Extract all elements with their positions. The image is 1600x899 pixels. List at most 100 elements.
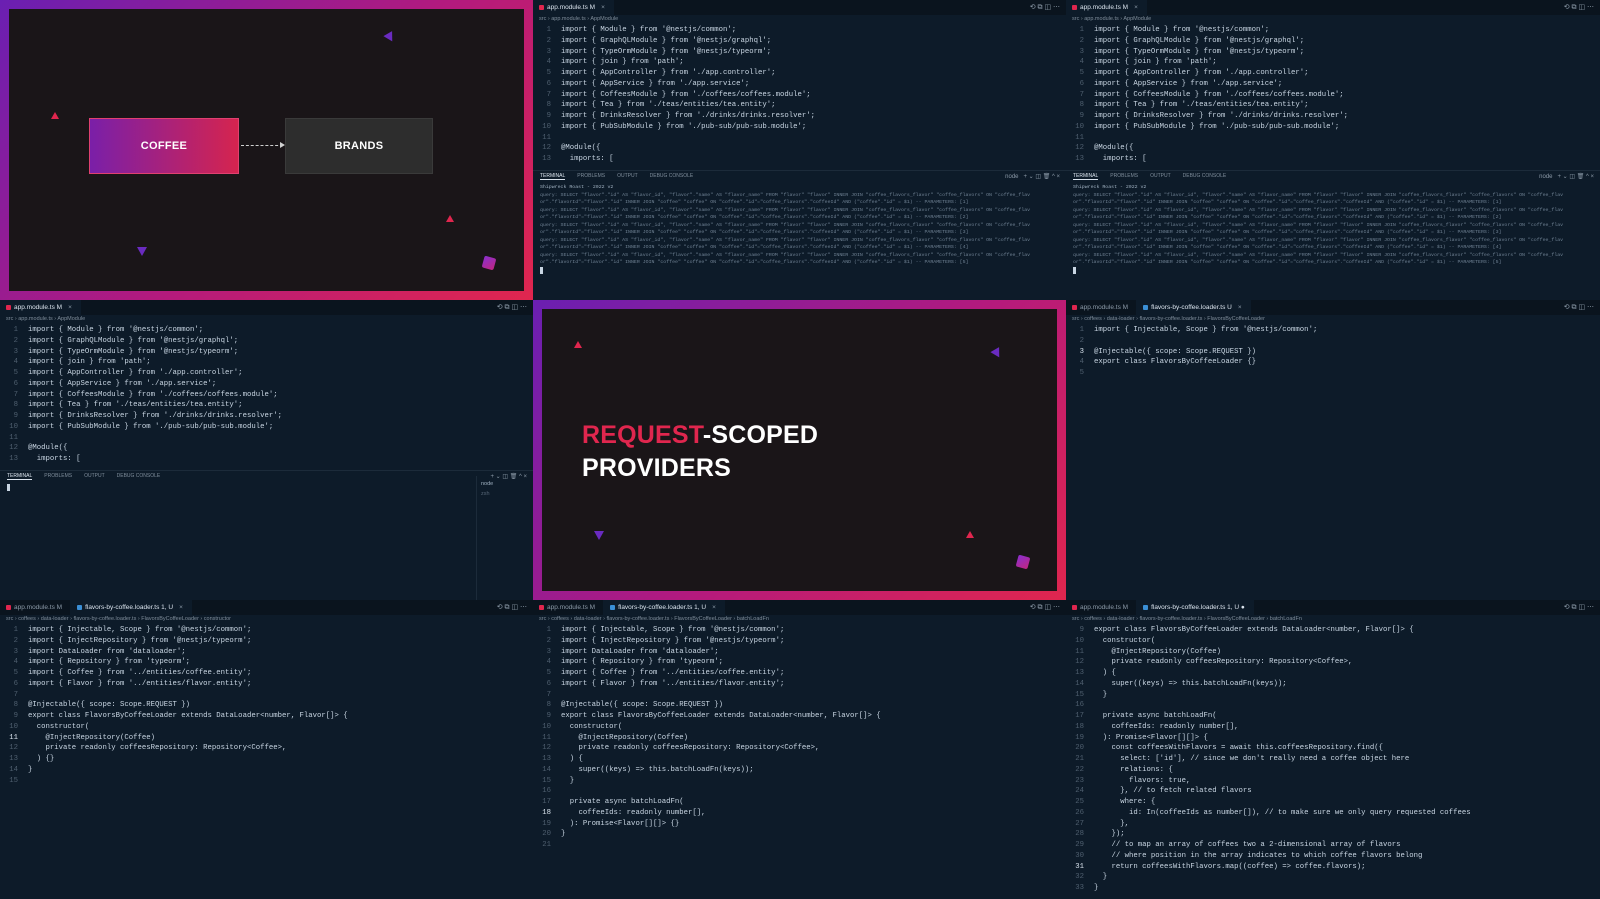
code-line[interactable]: 21 bbox=[533, 840, 1066, 851]
editor-actions[interactable]: ⟲ ⧉ ◫ ⋯ bbox=[497, 600, 527, 615]
tab-debug-console[interactable]: DEBUG CONSOLE bbox=[1183, 173, 1227, 179]
code-line[interactable]: 23 flavors: true, bbox=[1066, 776, 1600, 787]
tab-app-module[interactable]: app.module.ts M × bbox=[0, 300, 81, 315]
terminal-node-label[interactable]: node bbox=[1539, 174, 1552, 180]
close-icon[interactable]: × bbox=[179, 604, 183, 611]
code-line[interactable]: 2 import { InjectRepository } from '@nest… bbox=[533, 636, 1066, 647]
code-line[interactable]: 32 } bbox=[1066, 872, 1600, 883]
close-icon[interactable]: × bbox=[68, 304, 72, 311]
code-line[interactable]: 25 where: { bbox=[1066, 797, 1600, 808]
code-editor[interactable]: 1 import { Injectable, Scope } from '@nes… bbox=[1066, 324, 1600, 594]
code-line[interactable]: 18 coffeeIds: readonly number[], bbox=[533, 808, 1066, 819]
tab-problems[interactable]: PROBLEMS bbox=[577, 173, 605, 179]
code-line[interactable]: 7 import { CoffeesModule } from './coffee… bbox=[0, 390, 533, 401]
code-line[interactable]: 11 @InjectRepository(Coffee) bbox=[0, 733, 533, 744]
tab-app-module[interactable]: app.module.ts M × bbox=[1066, 0, 1147, 15]
tab-debug-console[interactable]: DEBUG CONSOLE bbox=[117, 473, 161, 479]
code-line[interactable]: 10 constructor( bbox=[533, 722, 1066, 733]
code-line[interactable]: 1 import { Module } from '@nestjs/common'… bbox=[533, 25, 1066, 36]
code-line[interactable]: 14 super((keys) => this.batchLoadFn(keys… bbox=[1066, 679, 1600, 690]
tab-output[interactable]: OUTPUT bbox=[84, 473, 105, 479]
code-line[interactable]: 6 import { Flavor } from '../entities/fla… bbox=[0, 679, 533, 690]
code-line[interactable]: 13 imports: [ bbox=[1066, 154, 1600, 165]
code-line[interactable]: 3 @Injectable({ scope: Scope.REQUEST }) bbox=[1066, 347, 1600, 358]
code-editor[interactable]: 1 import { Injectable, Scope } from '@nes… bbox=[533, 624, 1066, 894]
code-line[interactable]: 2 import { InjectRepository } from '@nest… bbox=[0, 636, 533, 647]
code-line[interactable]: 7 import { CoffeesModule } from './coffee… bbox=[533, 90, 1066, 101]
tab-flavors-loader[interactable]: flavors-by-coffee.loader.ts 1, U ● bbox=[1137, 600, 1254, 615]
terminal-output[interactable]: Shipwreck Roast - 2022 v2 query: SELECT "… bbox=[1066, 181, 1600, 278]
tab-app-module[interactable]: app.module.ts M × bbox=[533, 0, 614, 15]
code-line[interactable]: 20} bbox=[533, 829, 1066, 840]
tab-output[interactable]: OUTPUT bbox=[1150, 173, 1171, 179]
close-icon[interactable]: × bbox=[1238, 304, 1242, 311]
terminal-action-icons[interactable]: + ⌄ ◫ 🗑 ^ × bbox=[1024, 173, 1060, 180]
code-line[interactable]: 33} bbox=[1066, 883, 1600, 894]
terminal-node-label[interactable]: node bbox=[1005, 174, 1018, 180]
code-line[interactable]: 14} bbox=[0, 765, 533, 776]
code-line[interactable]: 2 bbox=[1066, 336, 1600, 347]
code-line[interactable]: 9 import { DrinksResolver } from './drink… bbox=[533, 111, 1066, 122]
code-line[interactable]: 8 import { Tea } from './teas/entities/te… bbox=[1066, 100, 1600, 111]
code-line[interactable]: 15 } bbox=[533, 776, 1066, 787]
code-line[interactable]: 29 // to map an array of coffees two a 2… bbox=[1066, 840, 1600, 851]
code-line[interactable]: 1 import { Injectable, Scope } from '@nes… bbox=[1066, 325, 1600, 336]
code-line[interactable]: 19 ): Promise<Flavor[][]> { bbox=[1066, 733, 1600, 744]
terminal-item-node[interactable]: node bbox=[481, 479, 529, 489]
code-editor[interactable]: 1 import { Module } from '@nestjs/common'… bbox=[533, 24, 1066, 170]
code-line[interactable]: 28 }); bbox=[1066, 829, 1600, 840]
code-line[interactable]: 10 import { PubSubModule } from './pub-su… bbox=[0, 422, 533, 433]
editor-actions[interactable]: ⟲ ⧉ ◫ ⋯ bbox=[497, 300, 527, 315]
code-line[interactable]: 10 import { PubSubModule } from './pub-su… bbox=[1066, 122, 1600, 133]
code-line[interactable]: 3 import DataLoader from 'dataloader'; bbox=[0, 647, 533, 658]
code-line[interactable]: 15 bbox=[0, 776, 533, 787]
code-line[interactable]: 30 // where position in the array indica… bbox=[1066, 851, 1600, 862]
code-line[interactable]: 6 import { AppService } from './app.servi… bbox=[1066, 79, 1600, 90]
code-line[interactable]: 2 import { GraphQLModule } from '@nestjs/… bbox=[533, 36, 1066, 47]
code-line[interactable]: 4 import { join } from 'path'; bbox=[1066, 57, 1600, 68]
code-line[interactable]: 9 import { DrinksResolver } from './drink… bbox=[1066, 111, 1600, 122]
code-line[interactable]: 2 import { GraphQLModule } from '@nestjs/… bbox=[1066, 36, 1600, 47]
code-line[interactable]: 8 @Injectable({ scope: Scope.REQUEST }) bbox=[533, 700, 1066, 711]
tab-flavors-loader[interactable]: flavors-by-coffee.loader.ts 1, U × bbox=[604, 600, 725, 615]
code-line[interactable]: 6 import { AppService } from './app.servi… bbox=[533, 79, 1066, 90]
tab-app-module[interactable]: app.module.ts M bbox=[0, 600, 72, 615]
editor-actions[interactable]: ⟲ ⧉ ◫ ⋯ bbox=[1030, 0, 1060, 15]
code-editor[interactable]: 9 export class FlavorsByCoffeeLoader exte… bbox=[1066, 624, 1600, 899]
tab-app-module[interactable]: app.module.ts M bbox=[1066, 300, 1138, 315]
tab-app-module[interactable]: app.module.ts M bbox=[533, 600, 605, 615]
code-line[interactable]: 12 private readonly coffeesRepository: R… bbox=[533, 743, 1066, 754]
code-line[interactable]: 5 bbox=[1066, 368, 1600, 379]
code-line[interactable]: 10 constructor( bbox=[1066, 636, 1600, 647]
code-line[interactable]: 5 import { AppController } from './app.co… bbox=[1066, 68, 1600, 79]
code-line[interactable]: 1 import { Module } from '@nestjs/common'… bbox=[1066, 25, 1600, 36]
code-line[interactable]: 13 imports: [ bbox=[533, 154, 1066, 165]
code-line[interactable]: 12 private readonly coffeesRepository: R… bbox=[0, 743, 533, 754]
code-line[interactable]: 8 import { Tea } from './teas/entities/te… bbox=[533, 100, 1066, 111]
code-line[interactable]: 26 id: In(coffeeIds as number[]), // to … bbox=[1066, 808, 1600, 819]
tab-debug-console[interactable]: DEBUG CONSOLE bbox=[650, 173, 694, 179]
code-editor[interactable]: 1 import { Injectable, Scope } from '@nes… bbox=[0, 624, 533, 894]
code-line[interactable]: 24 }, // to fetch related flavors bbox=[1066, 786, 1600, 797]
code-line[interactable]: 15 } bbox=[1066, 690, 1600, 701]
code-line[interactable]: 4 import { join } from 'path'; bbox=[533, 57, 1066, 68]
tab-problems[interactable]: PROBLEMS bbox=[1110, 173, 1138, 179]
code-line[interactable]: 12 @Module({ bbox=[1066, 143, 1600, 154]
code-line[interactable]: 3 import DataLoader from 'dataloader'; bbox=[533, 647, 1066, 658]
code-line[interactable]: 4 import { Repository } from 'typeorm'; bbox=[0, 657, 533, 668]
code-line[interactable]: 21 select: ['id'], // since we don't rea… bbox=[1066, 754, 1600, 765]
tab-app-module[interactable]: app.module.ts M bbox=[1066, 600, 1138, 615]
tab-terminal[interactable]: TERMINAL bbox=[540, 173, 566, 180]
code-line[interactable]: 1 import { Module } from '@nestjs/common'… bbox=[0, 325, 533, 336]
code-line[interactable]: 10 import { PubSubModule } from './pub-su… bbox=[533, 122, 1066, 133]
code-line[interactable]: 7 bbox=[0, 690, 533, 701]
code-line[interactable]: 5 import { Coffee } from '../entities/cof… bbox=[0, 668, 533, 679]
code-line[interactable]: 8 import { Tea } from './teas/entities/te… bbox=[0, 400, 533, 411]
code-line[interactable]: 11 bbox=[533, 133, 1066, 144]
code-line[interactable]: 17 private async batchLoadFn( bbox=[533, 797, 1066, 808]
code-line[interactable]: 19 ): Promise<Flavor[][]> {} bbox=[533, 819, 1066, 830]
code-line[interactable]: 9 import { DrinksResolver } from './drink… bbox=[0, 411, 533, 422]
terminal-item-zsh[interactable]: zsh bbox=[481, 489, 529, 499]
terminal-action-icons[interactable]: + ⌄ ◫ 🗑 ^ × bbox=[1558, 173, 1594, 180]
code-line[interactable]: 16 bbox=[533, 786, 1066, 797]
